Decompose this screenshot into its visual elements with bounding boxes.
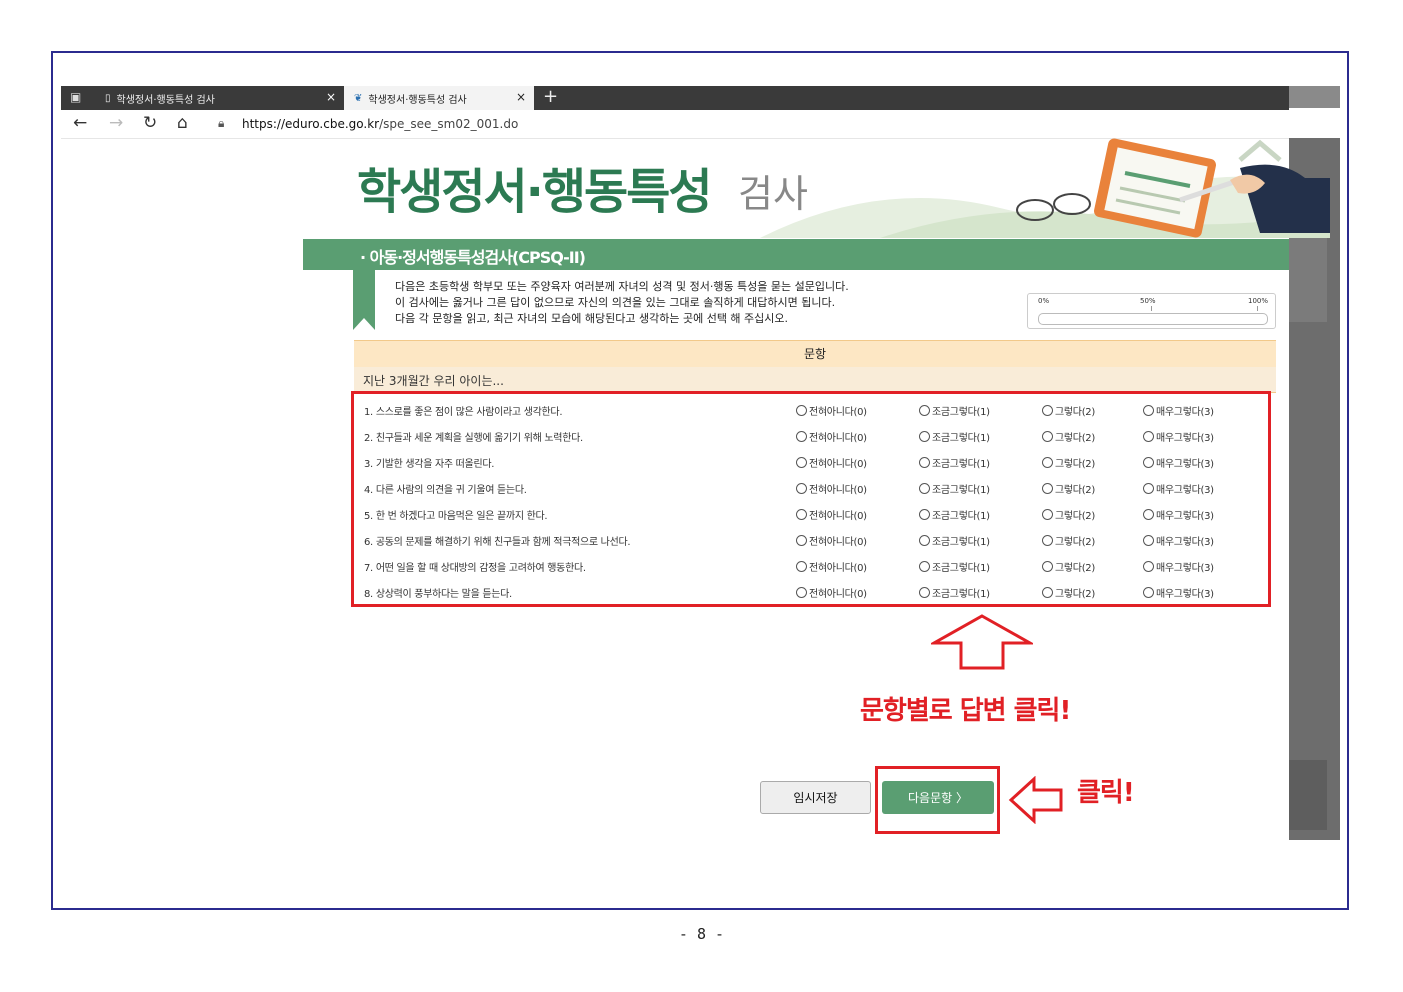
home-icon[interactable]: ⌂ bbox=[177, 113, 188, 133]
section-title: · 아동·정서행동특성검사(CPSQ-II) bbox=[360, 248, 586, 267]
tab-title: 학생정서·행동특성 검사 bbox=[116, 94, 215, 106]
table-subheader: 지난 3개월간 우리 아이는... bbox=[354, 367, 1276, 393]
page-icon: ▯ bbox=[105, 92, 111, 104]
questions-highlight-box bbox=[351, 391, 1271, 607]
tab-title: 학생정서·행동특성 검사 bbox=[368, 94, 467, 106]
tab-close-icon[interactable]: × bbox=[516, 90, 526, 104]
progress-tick bbox=[1257, 306, 1258, 311]
site-favicon-icon: ❦ bbox=[354, 92, 363, 104]
page-number: - 8 - bbox=[678, 925, 725, 943]
left-arrow-annotation-icon bbox=[1008, 776, 1063, 824]
up-arrow-annotation-icon bbox=[931, 614, 1033, 670]
url-path: /spe_see_sm02_001.do bbox=[379, 117, 519, 131]
progress-tick bbox=[1151, 306, 1152, 311]
table-header: 문항 bbox=[354, 340, 1276, 368]
refresh-icon[interactable]: ↻ bbox=[143, 113, 157, 133]
intro-line: 다음 각 문항을 읽고, 최근 자녀의 모습에 해당된다고 생각하는 곳에 선택… bbox=[395, 312, 789, 325]
browser-tab-bar: ▣ ▯ 학생정서·행동특성 검사 × ❦ 학생정서·행동특성 검사 × + bbox=[61, 86, 1289, 110]
new-tab-button[interactable]: + bbox=[543, 86, 558, 108]
intro-line: 다음은 초등학생 학부모 또는 주양육자 여러분께 자녀의 성격 및 정서·행동… bbox=[395, 280, 849, 293]
click-instruction-annotation: 클릭! bbox=[1077, 778, 1135, 808]
temporary-save-button[interactable]: 임시저장 bbox=[760, 781, 871, 814]
address-bar: ← → ↻ ⌂ 🔒︎ https://eduro.cbe.go.kr/spe_s… bbox=[61, 110, 1289, 139]
bookmark-ribbon-icon bbox=[353, 270, 375, 330]
url-field[interactable]: https://eduro.cbe.go.kr/spe_see_sm02_001… bbox=[242, 117, 518, 131]
table-subheader-text: 지난 3개월간 우리 아이는... bbox=[363, 374, 504, 388]
side-panel-grey bbox=[1289, 138, 1340, 840]
url-host: https://eduro.cbe.go.kr bbox=[242, 117, 380, 131]
page-title-suffix: 검사 bbox=[738, 172, 808, 216]
forward-arrow-icon[interactable]: → bbox=[109, 113, 123, 133]
progress-track bbox=[1038, 313, 1268, 325]
progress-label-end: 100% bbox=[1248, 297, 1269, 305]
header-illustration bbox=[760, 138, 1330, 238]
browser-tab-1[interactable]: ▯ 학생정서·행동특성 검사 × bbox=[91, 86, 344, 110]
intro-text: 다음은 초등학생 학부모 또는 주양육자 여러분께 자녀의 성격 및 정서·행동… bbox=[395, 279, 849, 327]
side-block bbox=[1289, 238, 1327, 322]
intro-line: 이 검사에는 옳거나 그른 답이 없으므로 자신의 의견을 있는 그대로 솔직하… bbox=[395, 296, 836, 309]
tab-close-icon[interactable]: × bbox=[326, 90, 336, 104]
progress-label-mid: 50% bbox=[1140, 297, 1156, 305]
back-arrow-icon[interactable]: ← bbox=[73, 113, 87, 133]
lock-icon[interactable]: 🔒︎ bbox=[218, 116, 224, 131]
next-question-button[interactable]: 다음문항 〉 bbox=[882, 781, 994, 814]
browser-tab-2[interactable]: ❦ 학생정서·행동특성 검사 × bbox=[344, 86, 534, 110]
side-block bbox=[1289, 760, 1327, 830]
answer-instruction-annotation: 문항별로 답변 클릭! bbox=[860, 696, 1071, 726]
progress-label-start: 0% bbox=[1038, 297, 1050, 305]
tab-actions-icon[interactable]: ▣ bbox=[70, 90, 81, 104]
progress-indicator: 0% 50% 100% bbox=[1027, 293, 1276, 329]
tab-bar-tail bbox=[1289, 86, 1340, 108]
page-title: 학생정서·행동특성 bbox=[357, 164, 713, 220]
